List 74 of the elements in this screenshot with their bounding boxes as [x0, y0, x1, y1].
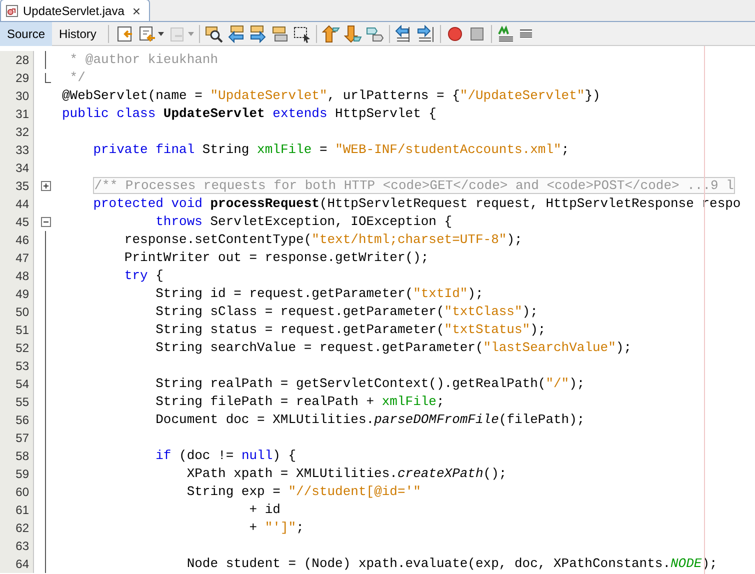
- code-line: + id: [248, 501, 280, 519]
- stacked-bars-icon: [271, 24, 290, 42]
- line-number: 33: [16, 142, 29, 159]
- code-line: throws ServletException, IOException {: [154, 213, 452, 231]
- line-number: 45: [16, 214, 29, 231]
- code-line: String realPath = getServletContext().getRealPath("/");: [154, 375, 585, 393]
- file-tab[interactable]: UpdateServlet.java ×: [0, 0, 150, 21]
- line-number: 57: [16, 430, 29, 447]
- file-tab-title: UpdateServlet.java: [23, 2, 124, 20]
- line-number: 44: [16, 196, 29, 213]
- code-line: @WebServlet(name = "UpdateServlet", urlPatterns = {"/UpdateServlet"}): [62, 87, 600, 105]
- fold-expand-icon[interactable]: [41, 181, 51, 191]
- line-number: 52: [16, 340, 29, 357]
- selection-cursor-icon: [293, 24, 312, 42]
- caret-icon: [188, 32, 194, 36]
- line-number: 50: [16, 304, 29, 321]
- line-number: 55: [16, 394, 29, 411]
- line-number: 47: [16, 250, 29, 267]
- code-line: String searchValue = request.getParameter("lastSearchValue");: [154, 339, 632, 357]
- code-line: + "']";: [248, 519, 304, 537]
- line-number: 61: [16, 502, 29, 519]
- search-icon: [205, 24, 224, 42]
- line-number: 58: [16, 448, 29, 465]
- line-number: 51: [16, 322, 29, 339]
- line-number: 48: [16, 268, 29, 285]
- line-number: 28: [16, 52, 29, 69]
- code-line: * @author kieukhanh: [68, 51, 218, 69]
- shapes-icon: [366, 24, 384, 42]
- line-number: 31: [16, 106, 29, 123]
- close-icon[interactable]: ×: [128, 4, 145, 18]
- fold-collapse-icon[interactable]: [41, 217, 51, 227]
- line-number: 35: [16, 178, 29, 195]
- line-number: 62: [16, 520, 29, 537]
- line-number: 29: [16, 70, 29, 87]
- arrow-right-icon: [249, 24, 268, 42]
- arrow-left-icon: [227, 24, 246, 42]
- code-line: public class UpdateServlet extends HttpServlet {: [62, 105, 436, 123]
- toolbar-button[interactable]: [342, 22, 364, 44]
- line-number: 59: [16, 466, 29, 483]
- stop-icon: [468, 24, 486, 42]
- line-number: 60: [16, 484, 29, 501]
- code-line: String status = request.getParameter("txtStatus");: [154, 321, 546, 339]
- code-line: String exp = "//student[@id='": [186, 483, 421, 501]
- code-line: if (doc != null) {: [154, 447, 296, 465]
- line-number: 32: [16, 124, 29, 141]
- line-number: 63: [16, 538, 29, 555]
- code-line: Document doc = XMLUtilities.parseDOMFromFile(filePath);: [154, 411, 585, 429]
- toolbar-button[interactable]: [320, 22, 342, 44]
- line-number: 30: [16, 88, 29, 105]
- line-number: 49: [16, 286, 29, 303]
- code-line: private final String xmlFile = "WEB-INF/studentAccounts.xml";: [92, 141, 570, 159]
- lines-icon: [519, 29, 534, 38]
- line-number: 46: [16, 232, 29, 249]
- record-icon: [446, 24, 464, 42]
- code-line: response.setContentType("text/html;charset=UTF-8");: [123, 231, 522, 249]
- line-number: 64: [16, 556, 29, 573]
- code-line: try {: [123, 267, 164, 285]
- shift-right-icon: [417, 24, 436, 42]
- lines-check-icon: [497, 24, 516, 42]
- line-number: 53: [16, 358, 29, 375]
- line-number: 34: [16, 160, 29, 177]
- arrow-down-icon: [344, 24, 362, 42]
- arrow-up-icon: [322, 24, 340, 42]
- code-line: */: [68, 69, 86, 87]
- code-line: PrintWriter out = response.getWriter();: [123, 249, 429, 267]
- view-tab[interactable]: History: [52, 22, 104, 46]
- code-line: String id = request.getParameter("txtId");: [154, 285, 484, 303]
- view-tab[interactable]: Source: [0, 22, 52, 46]
- code-line: XPath xpath = XMLUtilities.createXPath();: [186, 465, 507, 483]
- code-line: String sClass = request.getParameter("txtClass");: [154, 303, 538, 321]
- line-number: 56: [16, 412, 29, 429]
- line-number: 54: [16, 376, 29, 393]
- code-line: String filePath = realPath + xmlFile;: [154, 393, 444, 411]
- caret-icon: [158, 32, 164, 36]
